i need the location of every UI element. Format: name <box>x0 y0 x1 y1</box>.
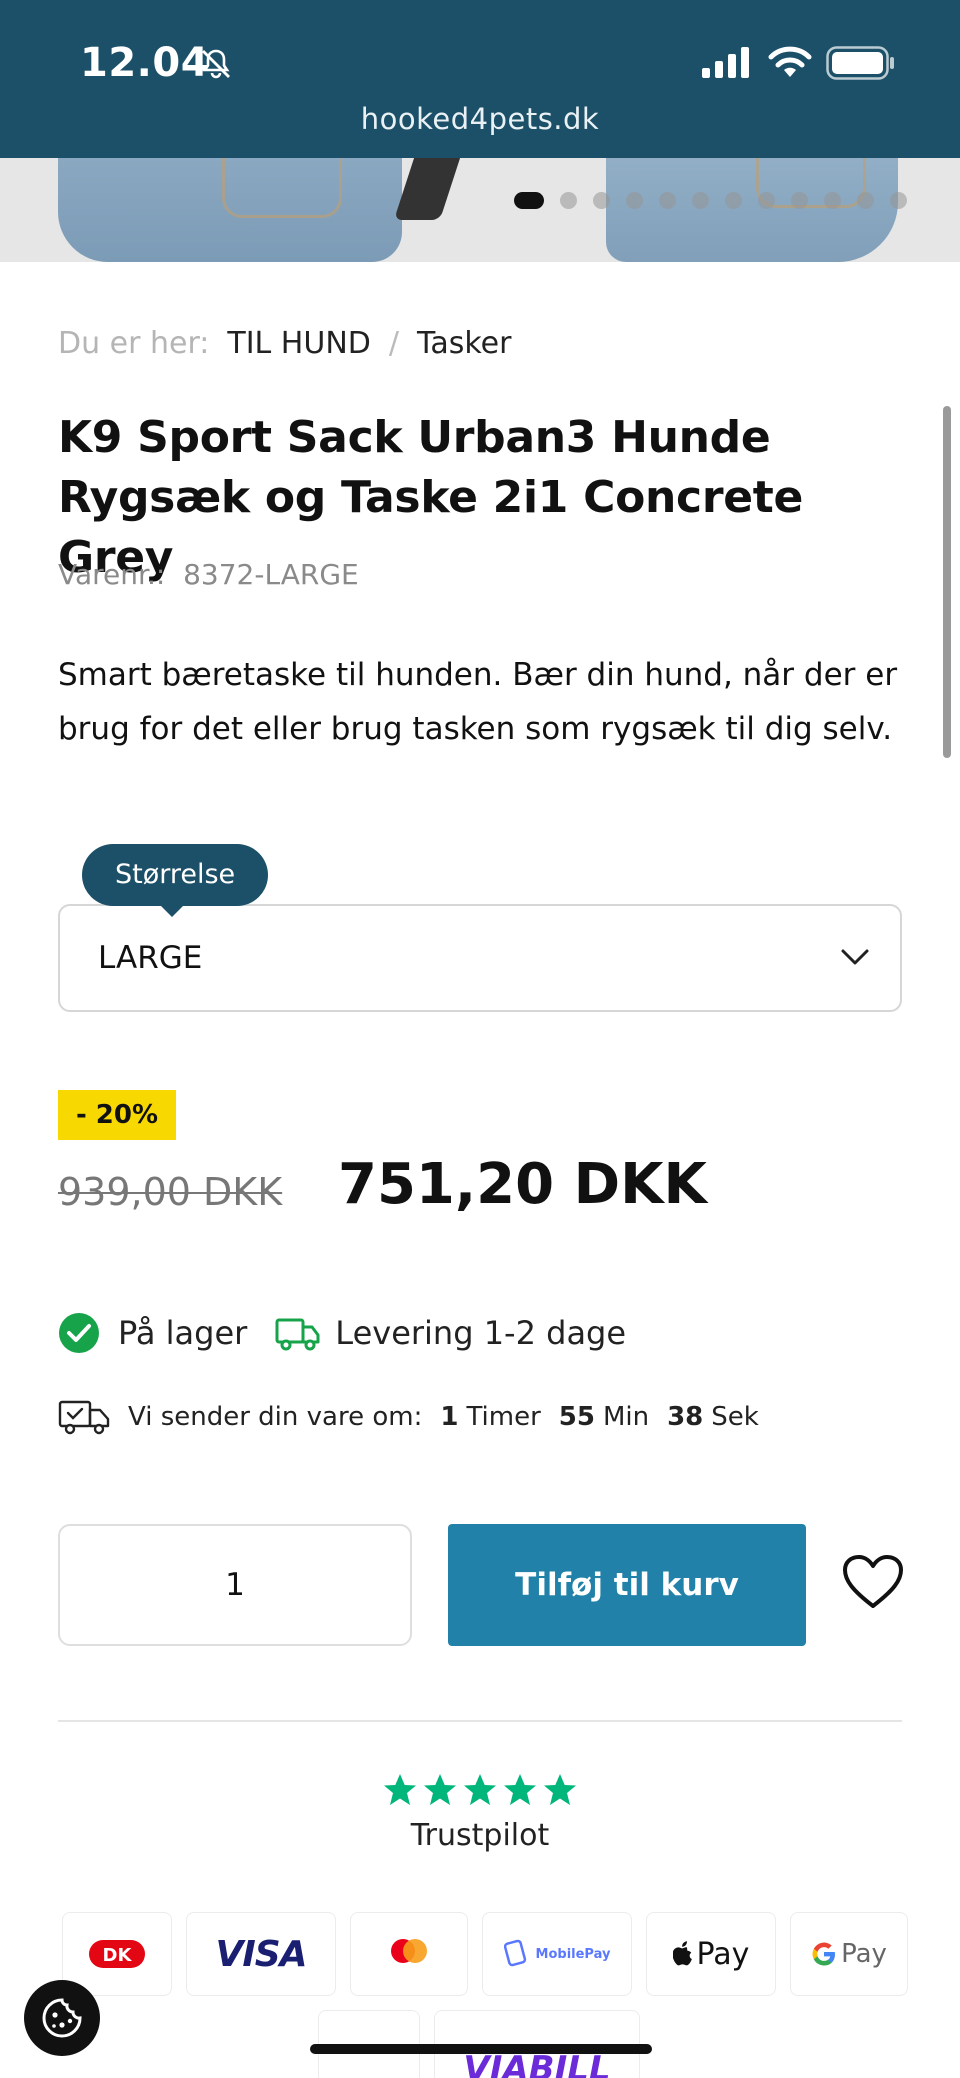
carousel-dot[interactable] <box>626 191 643 209</box>
dankort-icon: DK <box>89 1940 145 1968</box>
countdown-minutes-unit: Min <box>602 1402 650 1432</box>
add-to-cart-button[interactable]: Tilføj til kurv <box>448 1524 806 1646</box>
product-image-carousel[interactable] <box>0 158 960 262</box>
status-time: 12.04 <box>80 40 210 86</box>
visa-logo: VISA <box>186 1912 336 1996</box>
payment-methods: DK VISA MobilePay Pay Pay <box>62 1912 908 1996</box>
bell-muted-icon <box>202 49 230 79</box>
size-select-label: Størrelse <box>82 844 269 917</box>
cookie-settings-button[interactable] <box>24 1980 100 2056</box>
star-icon <box>424 1774 456 1805</box>
breadcrumb-link-til-hund[interactable]: TIL HUND <box>227 326 370 361</box>
carousel-dot[interactable] <box>791 191 808 209</box>
address-bar-url[interactable]: hooked4pets.dk <box>0 102 960 136</box>
carousel-dot[interactable] <box>890 191 907 209</box>
carousel-dot[interactable] <box>692 191 709 209</box>
breadcrumb-link-tasker[interactable]: Tasker <box>417 326 511 361</box>
mobilepay-text: MobilePay <box>535 1946 611 1962</box>
chevron-down-icon <box>841 949 869 965</box>
mobilepay-logo: MobilePay <box>482 1912 632 1996</box>
countdown-minutes: 55 <box>558 1402 595 1432</box>
divider <box>58 1720 902 1722</box>
google-pay-text: Pay <box>841 1939 887 1969</box>
carousel-dot[interactable] <box>514 191 544 209</box>
stock-status-row: På lager Levering 1-2 dage <box>58 1312 626 1354</box>
product-image-left <box>58 158 402 262</box>
apple-pay-logo: Pay <box>646 1912 776 1996</box>
svg-text:DK: DK <box>103 1945 133 1966</box>
carousel-dot[interactable] <box>725 191 742 209</box>
sku-value: 8372-LARGE <box>183 558 359 591</box>
home-indicator[interactable] <box>310 2044 652 2054</box>
trustpilot-label[interactable]: Trustpilot <box>0 1818 960 1853</box>
current-price: 751,20 DKK <box>338 1152 707 1217</box>
shipping-countdown: Vi sender din vare om: 1 Timer 55 Min 38… <box>58 1398 759 1436</box>
shipping-van-icon <box>58 1400 110 1435</box>
star-icon <box>544 1774 576 1805</box>
google-pay-logo: Pay <box>790 1912 908 1996</box>
countdown-hours: 1 <box>440 1402 459 1432</box>
old-price: 939,00 DKK <box>58 1170 283 1214</box>
carousel-dot[interactable] <box>857 191 874 209</box>
star-icon <box>464 1774 496 1805</box>
carousel-dots[interactable] <box>514 190 907 210</box>
carousel-dot[interactable] <box>593 191 610 209</box>
cookie-icon <box>42 1998 82 2038</box>
wifi-icon <box>768 46 812 77</box>
scrollbar[interactable] <box>943 406 951 758</box>
star-icon <box>504 1774 536 1805</box>
product-strap-image <box>393 158 461 220</box>
star-icon <box>384 1774 416 1805</box>
delivery-time-text: Levering 1-2 dage <box>335 1314 627 1352</box>
cellular-signal-icon <box>702 47 749 78</box>
mastercard-logo <box>350 1912 468 1996</box>
carousel-dot[interactable] <box>560 191 577 209</box>
countdown-hours-unit: Timer <box>466 1402 541 1432</box>
google-g-icon <box>812 1942 836 1966</box>
breadcrumb-separator: / <box>388 326 399 361</box>
countdown-seconds: 38 <box>667 1402 704 1432</box>
product-description: Smart bæretaske til hunden. Bær din hund… <box>58 657 898 747</box>
delivery-truck-icon <box>275 1318 320 1351</box>
visa-text: VISA <box>215 1933 307 1975</box>
carousel-dot[interactable] <box>659 191 676 209</box>
carousel-dot[interactable] <box>758 191 775 209</box>
status-bar: 12.04 hooked4pets.dk <box>0 0 960 158</box>
sku-label: Varenr.: <box>58 558 166 591</box>
breadcrumb: Du er her: TIL HUND / Tasker <box>58 326 511 361</box>
trustpilot-stars[interactable] <box>382 1772 578 1808</box>
in-stock-text: På lager <box>118 1314 248 1352</box>
carousel-dot[interactable] <box>824 191 841 209</box>
size-select-value: LARGE <box>98 940 203 976</box>
quantity-input[interactable]: 1 <box>58 1524 412 1646</box>
countdown-seconds-unit: Sek <box>711 1402 759 1432</box>
product-image-right <box>606 158 898 262</box>
mobilepay-icon <box>503 1939 526 1967</box>
apple-icon <box>672 1941 692 1966</box>
apple-pay-text: Pay <box>696 1936 750 1972</box>
breadcrumb-prefix: Du er her: <box>58 326 210 361</box>
battery-icon <box>826 46 894 80</box>
mastercard-icon <box>391 1939 427 1963</box>
discount-badge: - 20% <box>58 1090 176 1140</box>
countdown-label: Vi sender din vare om: <box>128 1402 423 1432</box>
check-circle-icon <box>59 1313 99 1353</box>
product-sku: Varenr.: 8372-LARGE <box>58 558 359 591</box>
wishlist-heart-icon[interactable] <box>842 1554 904 1610</box>
size-select[interactable]: LARGE <box>58 904 902 1012</box>
